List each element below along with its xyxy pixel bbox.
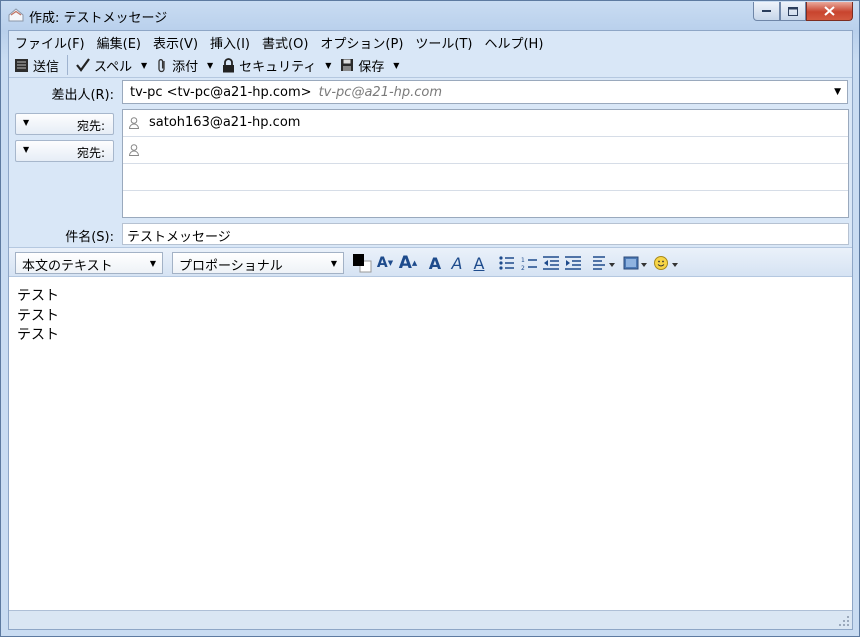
close-button[interactable]	[806, 2, 853, 21]
app-icon	[8, 8, 24, 22]
from-alias: tv-pc@a21-hp.com	[318, 84, 443, 100]
recipient-row-empty[interactable]	[123, 164, 848, 191]
spell-label: スペル	[94, 59, 133, 75]
attach-dropdown[interactable]: ▼	[203, 54, 217, 76]
attach-label: 添付	[172, 59, 199, 75]
insert-image-icon	[623, 256, 647, 270]
status-bar	[9, 610, 852, 629]
window-title: 作成: テストメッセージ	[29, 11, 168, 26]
menu-view[interactable]: 表示(V)	[147, 33, 204, 52]
send-button[interactable]: 送信	[9, 54, 64, 76]
contact-icon	[129, 117, 139, 129]
resize-grip-icon[interactable]	[838, 615, 850, 627]
checkmark-icon	[76, 58, 90, 72]
security-button[interactable]: セキュリティ	[217, 54, 321, 76]
outdent-icon	[543, 256, 559, 270]
underline-button[interactable]: A	[470, 253, 488, 273]
spell-dropdown[interactable]: ▼	[137, 54, 151, 76]
text-color-icon	[353, 254, 372, 273]
numbered-list-button[interactable]: 12	[520, 253, 538, 273]
client-area: ファイル(F) 編集(E) 表示(V) 挿入(I) 書式(O) オプション(P)…	[8, 30, 853, 630]
paragraph-format-select[interactable]: 本文のテキスト ▼	[15, 252, 163, 274]
spell-button[interactable]: スペル	[71, 54, 137, 76]
toolbar-separator	[67, 55, 69, 75]
smiley-icon	[654, 256, 678, 270]
recipient-row[interactable]	[123, 137, 848, 164]
from-label: 差出人(R):	[51, 88, 114, 103]
save-button[interactable]: 保存	[335, 54, 389, 76]
menu-format[interactable]: 書式(O)	[256, 33, 314, 52]
subject-input[interactable]: テストメッセージ	[122, 223, 849, 245]
insert-object-button[interactable]	[622, 253, 650, 273]
save-label: 保存	[358, 59, 385, 75]
italic-button[interactable]: A	[448, 253, 466, 273]
bold-button[interactable]: A	[426, 253, 444, 273]
paperclip-icon	[158, 58, 165, 72]
recipient-list: satoh163@a21-hp.com	[122, 109, 849, 218]
bullet-list-button[interactable]	[498, 253, 516, 273]
menu-tools[interactable]: ツール(T)	[409, 33, 478, 52]
close-icon	[824, 6, 835, 16]
text-color-button[interactable]	[351, 253, 373, 273]
menu-help[interactable]: ヘルプ(H)	[478, 33, 549, 52]
insert-smiley-button[interactable]	[653, 253, 681, 273]
chevron-down-icon: ▼	[23, 118, 30, 127]
chevron-down-icon: ▼	[330, 259, 337, 268]
main-toolbar: 送信 スペル ▼ 添付 ▼ セキュリティ ▼ 保存 ▼	[9, 53, 852, 77]
align-left-icon	[593, 256, 615, 270]
contact-icon	[129, 144, 139, 156]
chevron-down-icon: ▼	[149, 259, 156, 268]
outdent-button[interactable]	[542, 253, 560, 273]
send-label: 送信	[33, 59, 60, 75]
compose-window: 作成: テストメッセージ ファイル(F) 編集(E) 表示(V) 挿入(I) 書…	[0, 0, 860, 637]
menu-insert[interactable]: 挿入(I)	[204, 33, 256, 52]
subject-label: 件名(S):	[65, 230, 114, 245]
font-value: プロポーショナル	[179, 259, 283, 274]
increase-font-size-button[interactable]: A ▲	[397, 253, 419, 273]
paragraph-format-value: 本文のテキスト	[22, 259, 113, 274]
minimize-button[interactable]	[753, 2, 780, 21]
bullet-list-icon	[499, 256, 514, 270]
recipient-row[interactable]: satoh163@a21-hp.com	[123, 110, 848, 137]
decrease-font-size-button[interactable]: A ▼	[375, 253, 395, 273]
title-bar: 作成: テストメッセージ	[1, 1, 859, 29]
indent-button[interactable]	[564, 253, 582, 273]
maximize-button[interactable]	[780, 2, 806, 21]
recipient-type-label: 宛先:	[76, 146, 105, 160]
chevron-down-icon: ▼	[23, 145, 30, 154]
save-dropdown[interactable]: ▼	[389, 54, 403, 76]
security-label: セキュリティ	[239, 59, 317, 75]
menu-edit[interactable]: 編集(E)	[91, 33, 147, 52]
menu-file[interactable]: ファイル(F)	[9, 33, 91, 52]
floppy-disk-icon	[341, 59, 354, 71]
recipient-row-empty[interactable]	[123, 191, 848, 218]
from-select[interactable]: tv-pc <tv-pc@a21-hp.com> tv-pc@a21-hp.co…	[122, 80, 848, 104]
numbered-list-icon: 12	[521, 257, 537, 271]
recipient-address[interactable]: satoh163@a21-hp.com	[149, 115, 300, 130]
menu-options[interactable]: オプション(P)	[314, 33, 409, 52]
svg-text:1: 1	[521, 257, 525, 264]
maximize-icon	[788, 6, 798, 16]
address-header: 差出人(R): tv-pc <tv-pc@a21-hp.com> tv-pc@a…	[9, 77, 852, 248]
lock-icon	[223, 57, 235, 72]
body-line: テスト	[17, 327, 59, 343]
from-value: tv-pc <tv-pc@a21-hp.com>	[130, 84, 312, 100]
security-dropdown[interactable]: ▼	[321, 54, 335, 76]
message-body[interactable]: テスト テスト テスト	[9, 277, 852, 610]
format-toolbar: 本文のテキスト ▼ プロポーショナル ▼ A ▼ A ▲ A A A 12	[9, 247, 852, 277]
align-button[interactable]	[592, 253, 618, 273]
attach-button[interactable]: 添付	[151, 54, 203, 76]
chevron-down-icon: ▼	[834, 87, 841, 97]
send-icon	[15, 58, 28, 72]
svg-text:2: 2	[521, 265, 525, 271]
minimize-icon	[761, 10, 771, 12]
menu-bar: ファイル(F) 編集(E) 表示(V) 挿入(I) 書式(O) オプション(P)…	[9, 31, 852, 53]
body-line: テスト	[17, 307, 59, 324]
font-select[interactable]: プロポーショナル ▼	[172, 252, 344, 274]
indent-icon	[565, 256, 581, 270]
recipient-type-select-2[interactable]: ▼ 宛先:	[15, 140, 114, 162]
recipient-type-select-1[interactable]: ▼ 宛先:	[15, 113, 114, 135]
recipient-type-label: 宛先:	[76, 119, 105, 133]
body-line: テスト	[17, 288, 59, 304]
